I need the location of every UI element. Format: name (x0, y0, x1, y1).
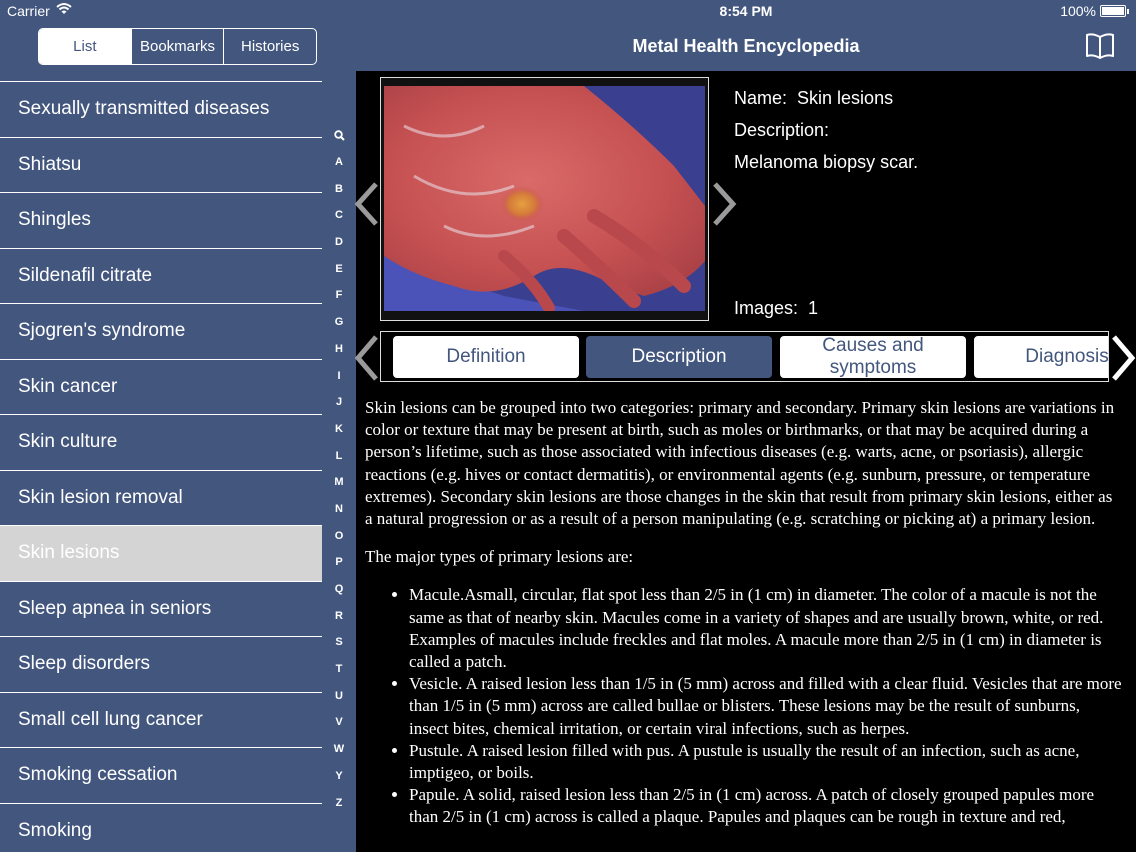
list-item-selected[interactable]: Skin lesions (0, 525, 322, 581)
segment-list[interactable]: List (39, 29, 131, 64)
list-item[interactable]: Sexually transmitted diseases (0, 81, 322, 137)
next-image-chevron-icon[interactable] (711, 182, 737, 231)
index-letter[interactable]: U (326, 682, 352, 709)
battery-icon (1100, 5, 1129, 17)
list-item[interactable]: Shiatsu (0, 136, 322, 193)
list-item[interactable]: Small cell lung cancer (0, 691, 322, 748)
index-letter[interactable]: D (326, 229, 352, 256)
list-item[interactable]: Sildenafil citrate (0, 247, 322, 304)
entry-name-label: Name: (734, 88, 788, 108)
list-item[interactable]: Smoking cessation (0, 747, 322, 803)
lesion-type-list: Macule.Asmall, circular, flat spot less … (365, 584, 1123, 828)
index-letter[interactable]: G (326, 309, 352, 336)
list-item: Pustule. A raised lesion filled with pus… (409, 740, 1123, 784)
index-search-icon[interactable] (326, 122, 352, 149)
index-letter[interactable]: Z (326, 789, 352, 816)
segment-bookmarks[interactable]: Bookmarks (130, 29, 224, 64)
list-item[interactable]: Sleep disorders (0, 636, 322, 692)
images-label: Images: (734, 298, 799, 318)
list-item[interactable]: Skin cancer (0, 358, 322, 415)
index-letter[interactable]: L (326, 442, 352, 469)
index-letter[interactable]: W (326, 736, 352, 763)
list-mode-segmented-control: List Bookmarks Histories (38, 28, 317, 65)
status-time: 8:54 PM (719, 3, 773, 19)
topic-list: Sexually transmitted diseases Shiatsu Sh… (0, 81, 322, 852)
status-bar-left: Carrier (0, 0, 356, 24)
tab-diagnosis[interactable]: Diagnosis (974, 336, 1108, 378)
entry-image-frame (380, 77, 709, 321)
next-tab-chevron-icon[interactable] (1110, 335, 1136, 386)
article-paragraph: Skin lesions can be grouped into two cat… (365, 398, 1115, 529)
tab-causes-and-symptoms[interactable]: Causes and symptoms (780, 335, 966, 378)
index-letter[interactable]: Y (326, 763, 352, 790)
wifi-icon (56, 2, 72, 19)
previous-tab-chevron-icon[interactable] (354, 335, 380, 386)
index-letter[interactable]: Q (326, 576, 352, 603)
segment-histories[interactable]: Histories (223, 29, 316, 64)
list-item[interactable]: Skin culture (0, 414, 322, 470)
index-letter[interactable]: C (326, 202, 352, 229)
status-battery: 100% (1060, 3, 1129, 19)
index-letter[interactable]: N (326, 496, 352, 523)
alphabet-index: A B C D E F G H I J K L M N O P Q R S T … (326, 122, 352, 816)
entry-description-value: Melanoma biopsy scar. (734, 152, 919, 172)
index-letter[interactable]: B (326, 175, 352, 202)
index-letter[interactable]: F (326, 282, 352, 309)
index-letter[interactable]: A (326, 149, 352, 176)
index-letter[interactable]: V (326, 709, 352, 736)
index-letter[interactable]: I (326, 362, 352, 389)
index-letter[interactable]: R (326, 602, 352, 629)
section-tabs: Definition Description Causes and sympto… (380, 331, 1109, 382)
index-letter[interactable]: S (326, 629, 352, 656)
entry-description-label: Description: (734, 120, 830, 140)
index-letter[interactable]: O (326, 522, 352, 549)
previous-image-chevron-icon[interactable] (354, 182, 380, 231)
entry-name-value: Skin lesions (797, 88, 894, 108)
index-letter[interactable]: P (326, 549, 352, 576)
list-item[interactable]: Sjogren's syndrome (0, 303, 322, 359)
entry-image[interactable] (384, 86, 705, 311)
index-letter[interactable]: T (326, 656, 352, 683)
carrier-label: Carrier (7, 3, 50, 19)
list-item[interactable]: Smoking (0, 802, 322, 852)
article-content: Skin lesions can be grouped into two cat… (365, 397, 1123, 829)
list-item: Macule.Asmall, circular, flat spot less … (409, 584, 1123, 673)
entry-name-line: Name: Skin lesions (734, 88, 918, 120)
index-letter[interactable]: E (326, 255, 352, 282)
left-panel: Carrier List Bookmarks Histories Sexuall… (0, 0, 356, 852)
index-letter[interactable]: K (326, 416, 352, 443)
tab-definition[interactable]: Definition (393, 336, 579, 378)
images-count: Images: 1 (734, 298, 818, 319)
index-letter[interactable]: J (326, 389, 352, 416)
images-value: 1 (808, 298, 819, 318)
index-letter[interactable]: M (326, 469, 352, 496)
book-icon[interactable] (1084, 32, 1116, 60)
index-letter[interactable]: H (326, 336, 352, 363)
navigation-bar: 8:54 PM 100% Metal Health Encyclopedia (356, 0, 1136, 71)
list-item: Papule. A solid, raised lesion less than… (409, 784, 1123, 828)
list-item[interactable]: Skin lesion removal (0, 469, 322, 526)
battery-percent: 100% (1060, 3, 1096, 19)
article-paragraph: The major types of primary lesions are: (365, 547, 634, 567)
tab-description[interactable]: Description (586, 336, 772, 378)
entry-info: Name: Skin lesions Description: Melanoma… (734, 88, 918, 184)
list-item[interactable]: Shingles (0, 192, 322, 248)
list-item[interactable]: Sleep apnea in seniors (0, 580, 322, 637)
list-item: Vesicle. A raised lesion less than 1/5 i… (409, 673, 1123, 740)
page-title: Metal Health Encyclopedia (632, 36, 860, 56)
